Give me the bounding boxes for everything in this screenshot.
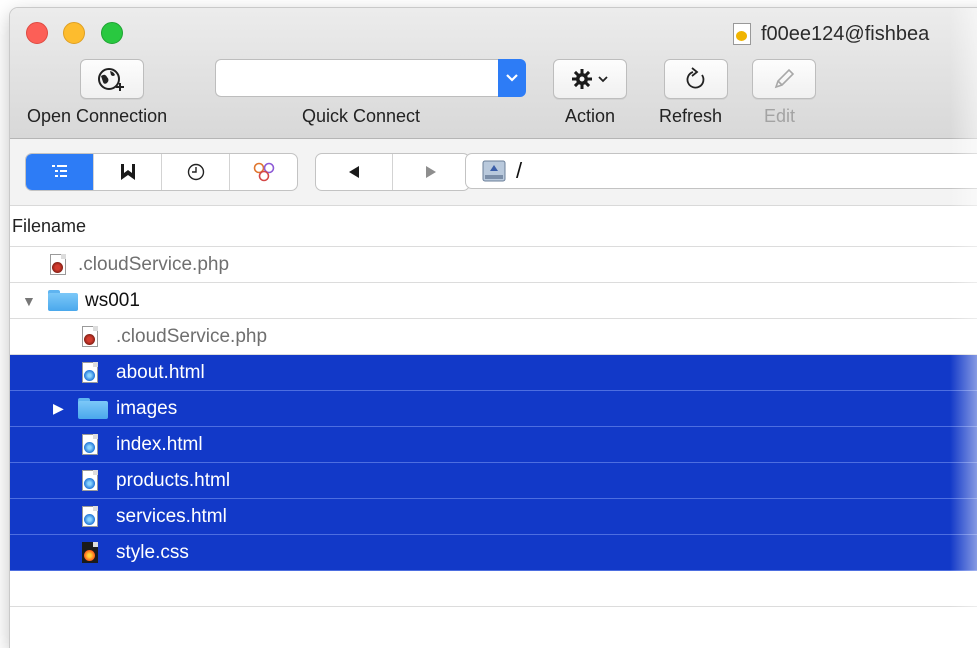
edit-button[interactable] (752, 59, 816, 99)
view-segmented-control (25, 153, 298, 191)
bonjour-icon (253, 162, 274, 182)
refresh-button[interactable] (664, 59, 728, 99)
forward-button[interactable] (393, 154, 469, 190)
file-row[interactable]: services.html (10, 499, 977, 535)
chevron-down-icon (506, 74, 518, 82)
gear-icon (572, 69, 592, 89)
folder-icon (48, 290, 78, 311)
file-name: images (116, 397, 178, 419)
close-window-button[interactable] (26, 22, 48, 44)
navigation-bar: / (10, 139, 977, 206)
folder-row[interactable]: ▶ images (10, 391, 977, 427)
open-connection-button[interactable] (80, 59, 144, 99)
folder-icon (78, 398, 108, 419)
history-navigation-control (315, 153, 470, 191)
column-header-filename[interactable]: Filename (10, 206, 977, 247)
quick-connect-dropdown[interactable] (498, 59, 526, 97)
file-name: index.html (116, 433, 203, 455)
bookmark-icon (120, 164, 135, 180)
clock-icon (187, 163, 204, 181)
globe-plus-icon (98, 68, 124, 91)
edit-label: Edit (764, 106, 796, 126)
file-row[interactable]: index.html (10, 427, 977, 463)
css-file-icon (82, 542, 98, 563)
column-header-label: Filename (12, 215, 87, 236)
file-row[interactable]: products.html (10, 463, 977, 499)
chevron-down-icon (598, 76, 608, 83)
window-title-text: f00ee124@fishbea (761, 22, 930, 45)
path-selector[interactable]: / (465, 153, 977, 189)
history-view-button[interactable] (162, 154, 230, 190)
file-row[interactable]: style.css (10, 535, 977, 571)
file-name: style.css (116, 541, 189, 563)
file-row[interactable]: .cloudService.php (10, 247, 977, 283)
browser-view-button[interactable] (26, 154, 94, 190)
file-browser-list: Filename .cloudService.php ▼ ws001 .clou… (10, 206, 977, 648)
html-file-icon (82, 506, 98, 527)
current-path: / (516, 158, 523, 183)
pencil-icon (774, 68, 795, 89)
file-name: about.html (116, 361, 205, 383)
quick-connect-input[interactable] (215, 59, 499, 97)
bookmarks-view-button[interactable] (94, 154, 162, 190)
file-name: .cloudService.php (78, 253, 230, 275)
minimize-window-button[interactable] (63, 22, 85, 44)
file-name: .cloudService.php (116, 325, 268, 347)
file-row[interactable]: .cloudService.php (10, 319, 977, 355)
action-button[interactable] (553, 59, 627, 99)
php-file-icon (50, 254, 66, 275)
refresh-icon (686, 67, 705, 89)
file-name: ws001 (85, 289, 140, 311)
quick-connect-label: Quick Connect (302, 106, 421, 126)
disclosure-triangle-expanded-icon[interactable]: ▼ (22, 293, 36, 309)
toolbar: f00ee124@fishbea Open Connection Quick C… (10, 8, 977, 139)
window-title: f00ee124@fishbea (733, 22, 929, 46)
zoom-window-button[interactable] (101, 22, 123, 44)
action-label: Action (565, 106, 616, 126)
back-arrow-icon (349, 166, 359, 178)
outline-list-icon (51, 165, 67, 177)
php-file-icon (82, 326, 98, 347)
disclosure-triangle-collapsed-icon[interactable]: ▶ (53, 400, 64, 417)
empty-row (10, 571, 977, 607)
app-window: f00ee124@fishbea Open Connection Quick C… (10, 8, 977, 648)
html-file-icon (82, 362, 98, 383)
refresh-label: Refresh (659, 106, 723, 126)
disk-icon (482, 160, 506, 182)
open-connection-label: Open Connection (27, 106, 168, 126)
back-button[interactable] (316, 154, 393, 190)
file-name: products.html (116, 469, 231, 491)
forward-arrow-icon (426, 166, 436, 178)
html-file-icon (82, 434, 98, 455)
folder-row[interactable]: ▼ ws001 (10, 283, 977, 319)
file-row[interactable]: about.html (10, 355, 977, 391)
file-name: services.html (116, 505, 227, 527)
bonjour-view-button[interactable] (230, 154, 297, 190)
html-file-icon (82, 470, 98, 491)
bookmark-file-icon (733, 23, 751, 45)
